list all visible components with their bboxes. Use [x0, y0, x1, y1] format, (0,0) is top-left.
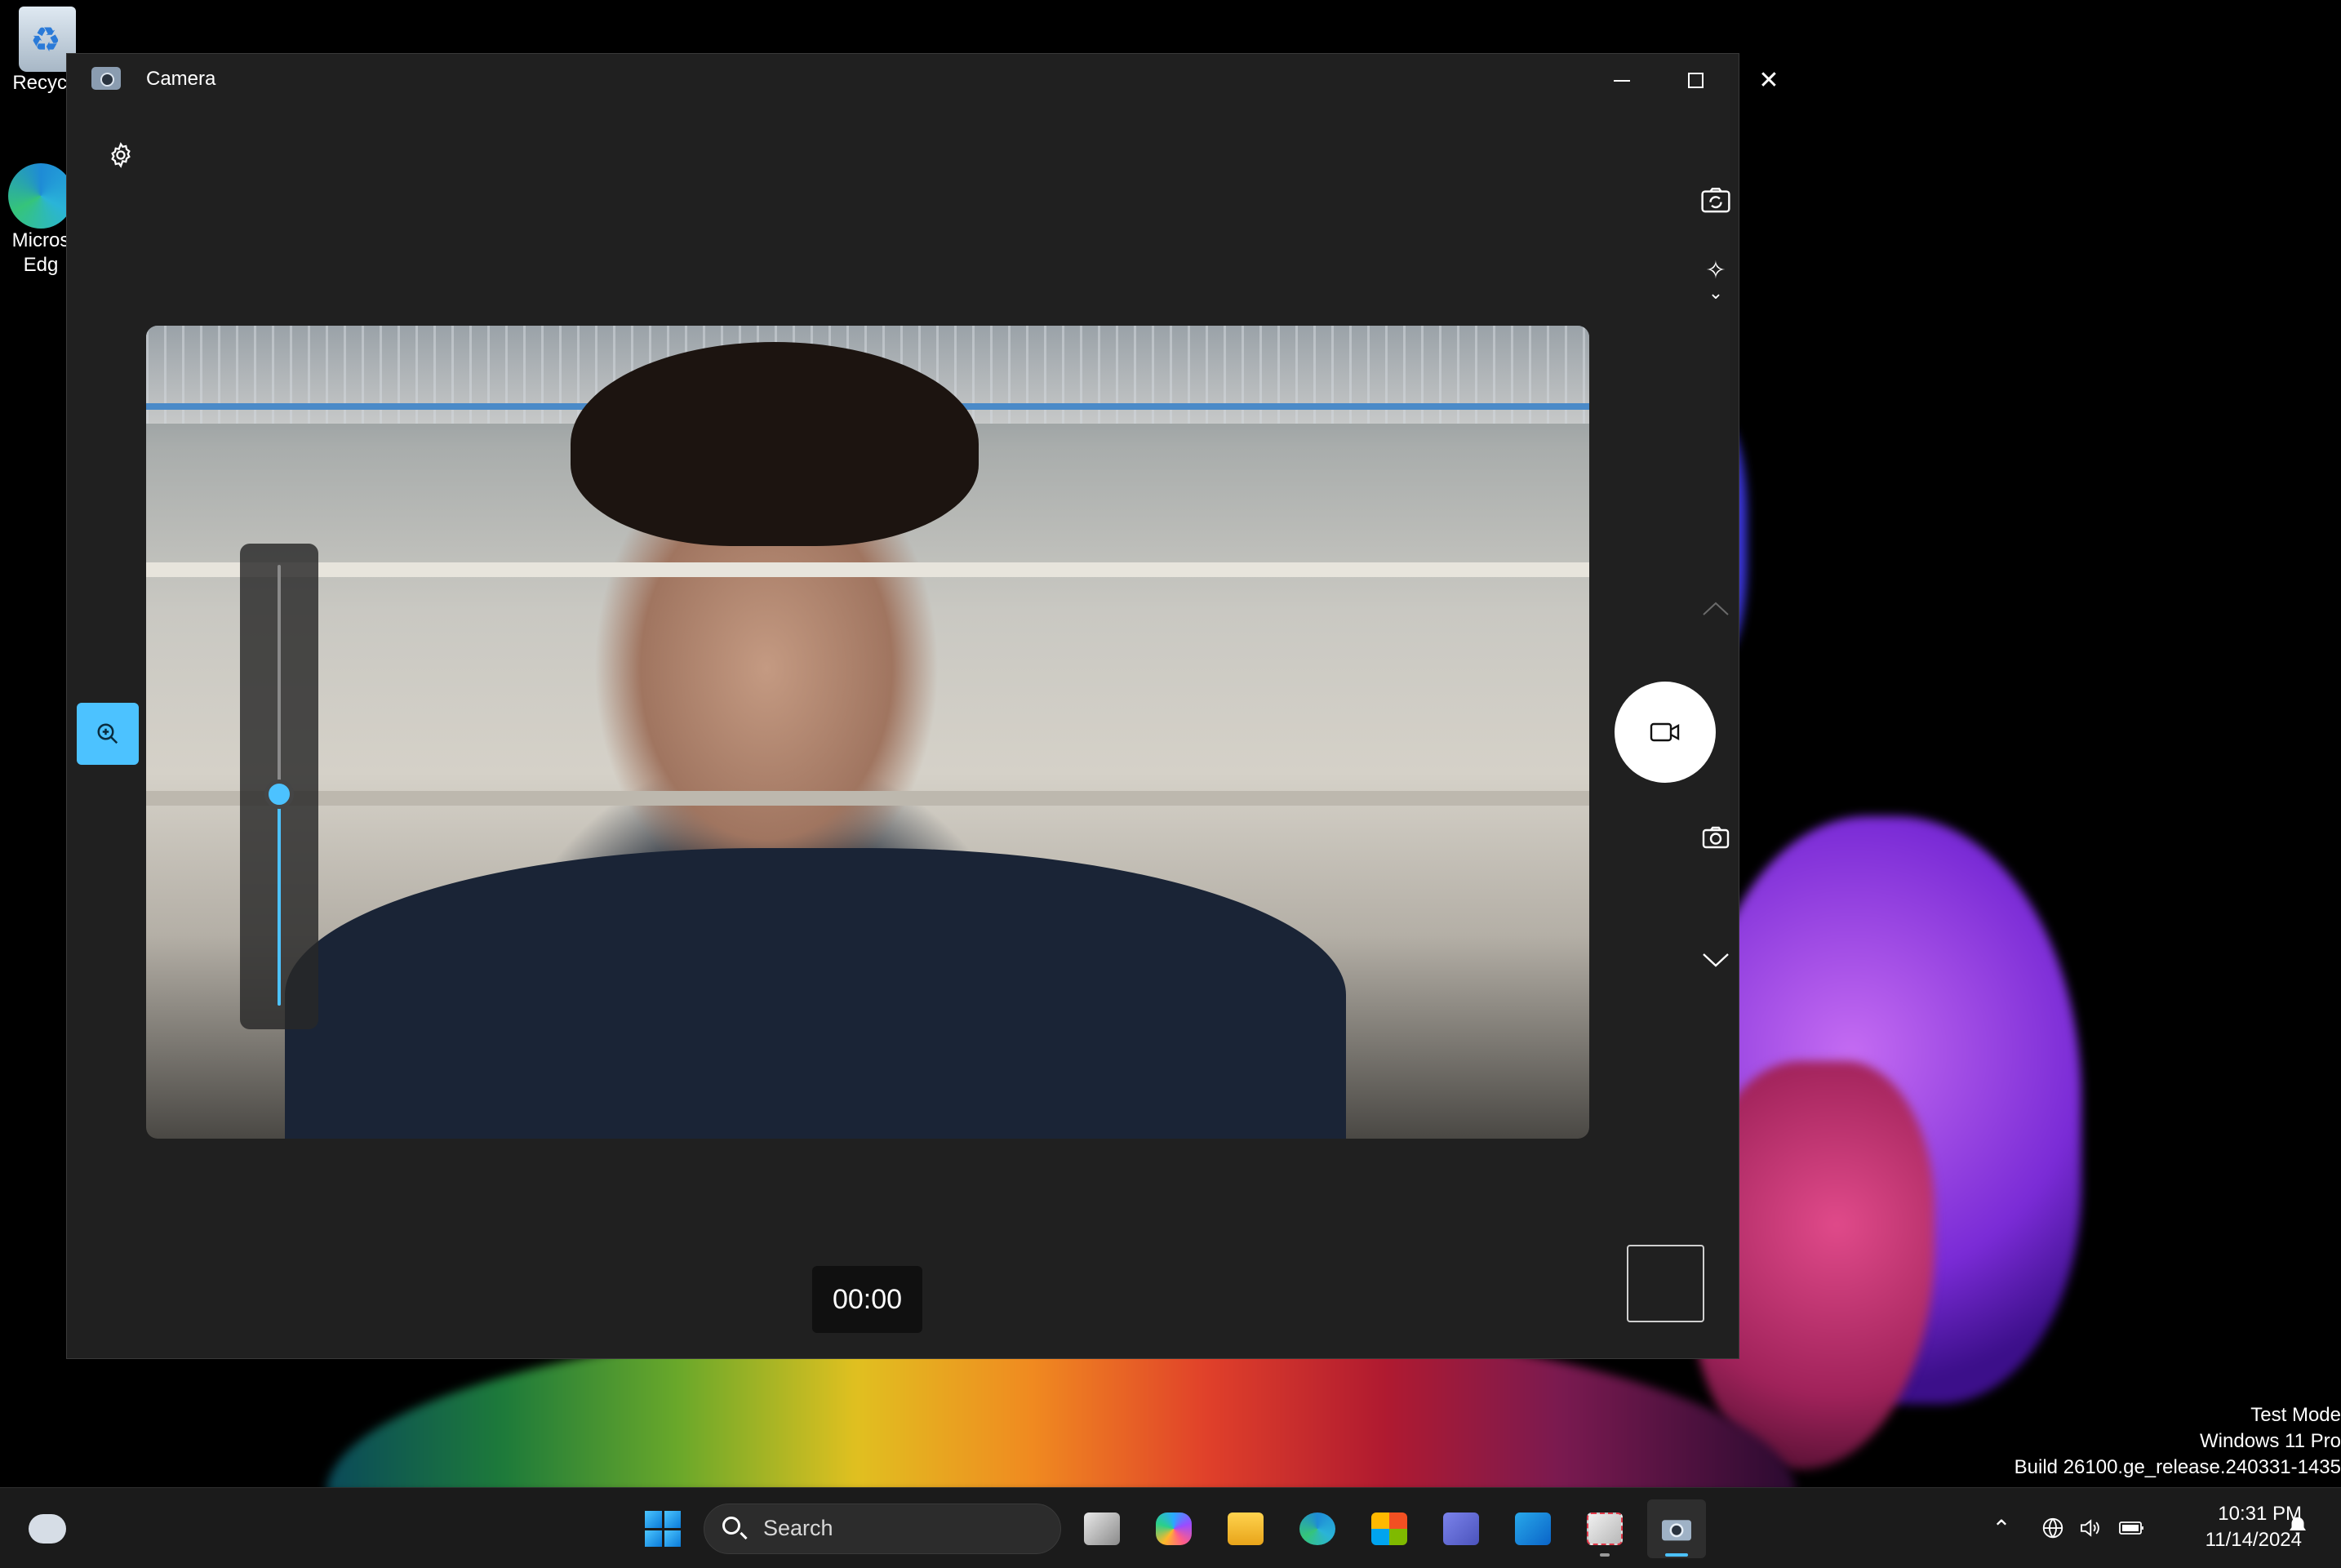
preview-background	[146, 562, 1589, 577]
camera-window: Camera ✕ ✧ ⌄ 00:00	[66, 53, 1779, 1359]
start-button[interactable]	[633, 1499, 692, 1558]
windows-logo-icon	[645, 1511, 681, 1547]
taskbar-edge[interactable]	[1288, 1499, 1347, 1558]
speaker-icon	[2081, 1519, 2099, 1537]
show-hidden-icons-button[interactable]: ⌃	[1985, 1488, 2018, 1568]
preview-background	[146, 791, 1589, 806]
camera-icon	[1702, 826, 1730, 849]
volume-button[interactable]	[2077, 1488, 2110, 1568]
edge-icon	[1299, 1512, 1335, 1545]
widgets-button[interactable]	[18, 1499, 77, 1558]
minimize-icon	[1614, 79, 1630, 82]
taskbar-file-explorer[interactable]	[1216, 1499, 1275, 1558]
edge-icon	[8, 163, 73, 229]
running-indicator	[1600, 1553, 1610, 1557]
sparkle-icon: ✧	[1705, 256, 1726, 285]
test-mode-watermark: Test Mode Windows 11 Pro Build 26100.ge_…	[2015, 1402, 2341, 1481]
clock-time: 10:31 PM	[2218, 1503, 2302, 1525]
battery-button[interactable]	[2118, 1488, 2159, 1568]
camera-app-icon	[91, 67, 121, 90]
taskbar-camera[interactable]	[1647, 1499, 1706, 1558]
zoom-slider-thumb[interactable]	[264, 779, 294, 809]
mode-up-button[interactable]	[1699, 593, 1732, 625]
globe-icon	[2042, 1517, 2063, 1539]
zoom-button[interactable]	[77, 703, 139, 765]
active-indicator	[1665, 1553, 1688, 1557]
video-camera-icon	[1650, 722, 1680, 742]
network-button[interactable]	[2041, 1488, 2073, 1568]
taskbar-teams[interactable]	[1432, 1499, 1490, 1558]
notifications-button[interactable]	[2285, 1514, 2318, 1547]
preview-subject	[571, 342, 979, 546]
chevron-down-icon	[1703, 953, 1729, 967]
watermark-line: Build 26100.ge_release.240331-1435	[2014, 1456, 2341, 1478]
gear-icon	[111, 142, 131, 168]
switch-camera-icon	[1701, 188, 1730, 213]
search-placeholder: Search	[763, 1516, 833, 1540]
close-button[interactable]: ✕	[1732, 54, 1806, 107]
recording-timer: 00:00	[812, 1266, 922, 1333]
folder-icon	[1228, 1512, 1264, 1545]
store-icon	[1371, 1512, 1407, 1545]
weather-icon	[29, 1514, 66, 1544]
chevron-up-icon: ⌃	[1992, 1514, 2011, 1542]
zoom-in-icon	[97, 723, 118, 744]
camera-icon	[1662, 1520, 1691, 1541]
taskbar-snipping-tool[interactable]	[1575, 1499, 1634, 1558]
zoom-slider-fill	[278, 793, 281, 1006]
close-icon: ✕	[1758, 66, 1779, 95]
taskbar: Search ⌃ 10:31 PM 11/14/2024	[0, 1487, 2341, 1568]
task-view-icon	[1084, 1512, 1120, 1545]
title-bar[interactable]: Camera ✕	[67, 54, 1779, 107]
zoom-slider[interactable]	[240, 544, 318, 1029]
battery-icon	[2119, 1521, 2143, 1535]
camera-preview	[146, 326, 1589, 1139]
teams-icon	[1443, 1512, 1479, 1545]
system-clock[interactable]: 10:31 PM 11/14/2024	[2155, 1501, 2302, 1553]
minimize-button[interactable]	[1585, 54, 1659, 107]
preview-subject	[285, 848, 1346, 1139]
maximize-button[interactable]	[1659, 54, 1732, 107]
taskbar-task-view[interactable]	[1073, 1499, 1131, 1558]
chevron-down-icon: ⌄	[1708, 283, 1724, 304]
maximize-icon	[1687, 73, 1704, 88]
gallery-thumbnail[interactable]	[1627, 1245, 1704, 1322]
switch-camera-button[interactable]	[1675, 168, 1757, 233]
watermark-line: Windows 11 Pro	[2200, 1430, 2341, 1452]
taskbar-search[interactable]: Search	[704, 1504, 1061, 1554]
effects-button[interactable]: ✧ ⌄	[1675, 250, 1757, 315]
taskbar-copilot[interactable]	[1144, 1499, 1203, 1558]
copilot-icon	[1156, 1512, 1192, 1545]
photo-mode-button[interactable]	[1691, 813, 1740, 862]
window-title: Camera	[146, 68, 216, 90]
chevron-up-icon	[1703, 602, 1729, 615]
clock-date: 11/14/2024	[2205, 1529, 2302, 1551]
snipping-tool-icon	[1587, 1512, 1623, 1545]
record-video-button[interactable]	[1615, 682, 1716, 783]
watermark-line: Test Mode	[2250, 1404, 2341, 1426]
taskbar-outlook[interactable]	[1504, 1499, 1562, 1558]
search-icon	[722, 1517, 740, 1535]
bell-icon	[2290, 1517, 2306, 1535]
mode-down-button[interactable]	[1691, 935, 1740, 984]
settings-button[interactable]	[87, 121, 155, 189]
taskbar-store[interactable]	[1360, 1499, 1419, 1558]
outlook-icon	[1515, 1512, 1551, 1545]
